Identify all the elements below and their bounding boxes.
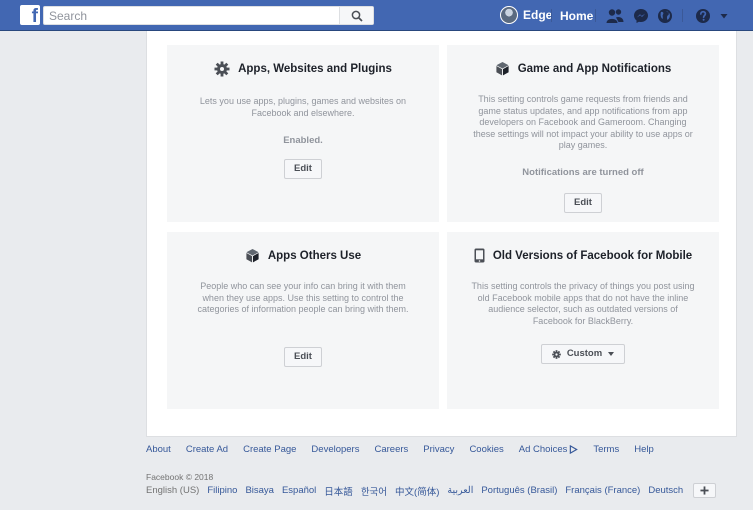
language-selector: English (US) Filipino Bisaya Español 日本語… — [146, 483, 717, 498]
footer-link-create-ad[interactable]: Create Ad — [186, 444, 228, 455]
card-description: People who can see your info can bring i… — [197, 281, 409, 314]
card-title: Apps, Websites and Plugins — [238, 63, 392, 75]
help-button[interactable] — [694, 7, 712, 25]
language-option[interactable]: Français (France) — [565, 485, 640, 496]
home-link[interactable]: Home — [560, 9, 593, 23]
search-button[interactable] — [339, 7, 373, 24]
card-title-row: Game and App Notifications — [447, 61, 719, 76]
game-app-notifications-card: Game and App Notifications This setting … — [447, 45, 719, 222]
card-status: Notifications are turned off — [522, 166, 644, 178]
card-status: Enabled. — [283, 135, 323, 146]
footer-link-privacy[interactable]: Privacy — [423, 444, 454, 455]
language-option[interactable]: 日本語 — [324, 484, 353, 498]
facebook-logo-letter: f — [31, 6, 38, 27]
more-languages-button[interactable] — [693, 483, 717, 498]
nav-divider — [595, 9, 596, 22]
footer-link-developers[interactable]: Developers — [311, 444, 359, 455]
language-option[interactable]: 한국어 — [361, 484, 387, 498]
caret-down-icon — [720, 14, 728, 19]
language-option[interactable]: 中文(简体) — [395, 484, 439, 498]
apps-others-use-card: Apps Others Use People who can see your … — [167, 232, 439, 409]
edit-button[interactable]: Edit — [284, 346, 322, 367]
messages-button[interactable] — [632, 7, 650, 25]
card-title-row: Apps Others Use — [167, 248, 439, 263]
mobile-phone-icon — [474, 248, 485, 263]
edit-button[interactable]: Edit — [284, 159, 322, 179]
language-option[interactable]: Filipino — [207, 485, 237, 496]
facebook-logo[interactable]: f — [20, 5, 40, 27]
language-option[interactable]: العربية — [447, 485, 473, 496]
card-title: Apps Others Use — [267, 249, 362, 262]
audience-selector-label: Custom — [566, 348, 603, 359]
card-description: This setting controls game requests from… — [473, 94, 693, 150]
account-menu-button[interactable] — [715, 7, 733, 25]
gear-icon — [551, 349, 561, 359]
notifications-button[interactable] — [656, 7, 674, 25]
card-title: Old Versions of Facebook for Mobile — [492, 249, 693, 262]
nav-divider — [682, 9, 683, 22]
old-versions-mobile-card: Old Versions of Facebook for Mobile This… — [447, 232, 719, 409]
footer-link-create-page[interactable]: Create Page — [243, 444, 296, 455]
apps-websites-plugins-card: Apps, Websites and Plugins Lets you use … — [167, 45, 439, 222]
card-title-row: Old Versions of Facebook for Mobile — [447, 248, 719, 263]
caret-down-icon — [608, 352, 615, 356]
friend-requests-button[interactable] — [606, 7, 624, 25]
profile-link[interactable]: Edge — [500, 6, 552, 24]
nav-divider — [551, 9, 552, 22]
ad-choices-icon — [570, 445, 579, 454]
plus-icon — [700, 486, 709, 495]
language-option[interactable]: Español — [282, 485, 316, 496]
gear-icon — [214, 61, 230, 77]
friends-icon — [606, 9, 624, 23]
footer-link-cookies[interactable]: Cookies — [469, 444, 503, 455]
search-icon — [351, 10, 363, 22]
footer-link-careers[interactable]: Careers — [374, 444, 408, 455]
apps-settings-panel: Apps, Websites and Plugins Lets you use … — [146, 31, 737, 437]
card-title: Game and App Notifications — [517, 62, 672, 75]
footer-link-terms[interactable]: Terms — [593, 444, 619, 455]
card-description: This setting controls the privacy of thi… — [471, 281, 695, 326]
edit-button[interactable]: Edit — [564, 192, 602, 213]
language-option[interactable]: Português (Brasil) — [481, 485, 557, 496]
avatar — [500, 6, 518, 24]
language-option[interactable]: Bisaya — [245, 485, 274, 496]
copyright: Facebook © 2018 — [146, 472, 214, 482]
footer-links: About Create Ad Create Page Developers C… — [146, 444, 654, 455]
globe-icon — [658, 9, 672, 23]
card-title-row: Apps, Websites and Plugins — [167, 61, 439, 77]
messenger-icon — [634, 9, 648, 23]
cube-icon — [496, 61, 509, 76]
user-name: Edge — [523, 8, 553, 22]
card-description: Lets you use apps, plugins, games and we… — [199, 96, 407, 118]
footer-link-about[interactable]: About — [146, 444, 171, 455]
footer-link-help[interactable]: Help — [634, 444, 654, 455]
question-mark-icon — [696, 9, 710, 23]
cube-icon — [246, 248, 259, 263]
top-navigation-bar: f Edge Home — [0, 0, 753, 31]
audience-selector-button[interactable]: Custom — [540, 344, 626, 364]
current-language: English (US) — [146, 485, 200, 496]
search-box — [43, 6, 374, 25]
search-input[interactable] — [44, 7, 340, 25]
footer-link-ad-choices[interactable]: Ad Choices — [519, 444, 579, 455]
language-option[interactable]: Deutsch — [648, 485, 683, 496]
ad-choices-label: Ad Choices — [518, 444, 568, 455]
